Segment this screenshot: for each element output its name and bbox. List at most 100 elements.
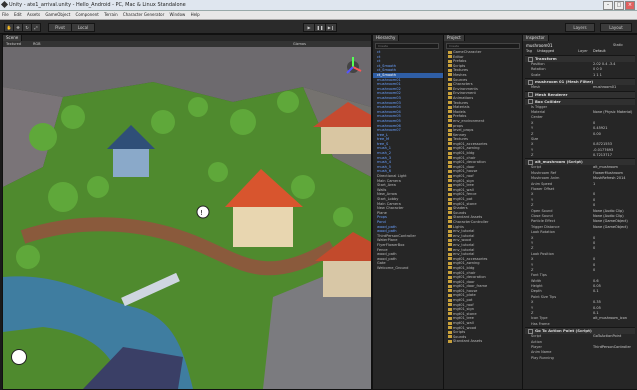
scene-viewport[interactable]: !	[3, 47, 371, 389]
property-label: Y	[531, 305, 534, 310]
scene-panel: Scene Textured RGB Gizmos !	[2, 34, 372, 390]
menu-help[interactable]: Help	[189, 11, 202, 18]
menu-bar: File Edit Assets GameObject Component Te…	[0, 11, 637, 20]
shading-mode-dropdown[interactable]: Textured	[6, 42, 21, 46]
mushroom-marker-icon[interactable]	[11, 349, 27, 365]
property-label: Script	[531, 334, 542, 339]
component-header[interactable]: Mesh Renderer	[525, 90, 635, 98]
local-toggle[interactable]: Local	[71, 23, 95, 32]
layers-dropdown[interactable]: Layers	[565, 23, 595, 32]
project-item-label: mgt01_pot	[453, 197, 473, 201]
component-header[interactable]: mushroom 01 (Mesh Filter)	[525, 78, 635, 86]
property-label: Scale	[531, 72, 541, 77]
property-value-field[interactable]: 0.7213717	[593, 153, 612, 158]
gizmos-dropdown[interactable]: Gizmos	[293, 42, 306, 46]
hierarchy-search-input[interactable]: Create	[375, 43, 439, 49]
folder-icon	[448, 316, 452, 320]
folder-icon	[448, 105, 452, 109]
tab-hierarchy[interactable]: Hierarchy	[373, 35, 400, 41]
folder-icon	[448, 266, 452, 270]
menu-terrain[interactable]: Terrain	[102, 11, 120, 18]
folder-icon	[448, 326, 452, 330]
menu-assets[interactable]: Assets	[25, 11, 42, 18]
folder-icon	[448, 298, 452, 302]
folder-icon	[448, 321, 452, 325]
inspector-components: Transform Position 2.02 0.4 -3.4 Rotation 0 …	[523, 55, 637, 389]
minimize-icon[interactable]: –	[603, 1, 613, 10]
property-label: Rotation	[531, 67, 546, 72]
property-value-field[interactable]: 1 1 1	[593, 73, 602, 78]
hierarchy-item[interactable]: Welcome_Ground	[373, 266, 443, 271]
folder-icon	[448, 124, 452, 127]
render-mode-dropdown[interactable]: RGB	[33, 42, 41, 46]
project-item-label: mgt01_chair	[453, 270, 476, 275]
component-enable-checkbox[interactable]	[528, 92, 533, 98]
component-enable-checkbox[interactable]	[528, 159, 533, 165]
tag-dropdown[interactable]: Untagged	[537, 49, 554, 53]
unity-logo-icon	[0, 0, 9, 9]
hierarchy-item-label: ct_Smooth	[377, 68, 397, 73]
folder-icon	[448, 275, 452, 279]
component-header[interactable]: alt_mushroom (Script)	[525, 158, 635, 166]
hierarchy-item-label: mushroom01	[377, 77, 401, 82]
folder-icon	[448, 128, 452, 132]
folder-icon	[448, 101, 452, 105]
tab-project[interactable]: Project	[444, 35, 465, 41]
layer-dropdown[interactable]: Default	[593, 49, 606, 53]
menu-character-generator[interactable]: Character Generator	[121, 11, 166, 18]
project-item-label: Models	[453, 109, 466, 114]
menu-gameobject[interactable]: GameObject	[43, 11, 72, 18]
component-enable-checkbox[interactable]	[528, 79, 533, 85]
component-header[interactable]: Go To Action Point (Script)	[525, 327, 635, 335]
layer-label: Layer	[578, 49, 588, 53]
hierarchy-item-label: ct	[377, 50, 381, 54]
component-title: Go To Action Point (Script)	[535, 328, 592, 334]
component-enable-checkbox[interactable]	[528, 56, 533, 62]
project-item-label: mgt01_sign	[453, 178, 474, 183]
project-item-label: mgt01_house	[453, 169, 478, 174]
folder-icon	[448, 156, 452, 160]
scale-tool-icon[interactable]: ⤢	[31, 23, 41, 32]
folder-icon	[448, 160, 452, 164]
project-item-label: level_props	[453, 128, 474, 133]
component-enable-checkbox[interactable]	[528, 99, 533, 105]
folder-icon	[448, 303, 452, 307]
project-search-input[interactable]: Create	[446, 43, 520, 49]
menu-file[interactable]: File	[0, 11, 11, 18]
project-item-label: mgt01_awning	[453, 261, 480, 266]
project-item-label: Textures	[453, 68, 469, 73]
maximize-icon[interactable]: □	[614, 1, 624, 10]
menu-edit[interactable]: Edit	[12, 11, 24, 18]
hierarchy-list: ct ct ct ct_Smooth ct_Smooth ct_Smooth mushroo…	[373, 50, 443, 389]
hierarchy-item-label: Plane	[377, 210, 387, 215]
property-label: Look Position	[531, 251, 554, 256]
window-title: Unity - ate1_arrival.unity - Hello_Andro…	[9, 2, 186, 8]
folder-icon	[448, 252, 452, 256]
menu-component[interactable]: Component	[74, 11, 101, 18]
menu-window[interactable]: Window	[168, 11, 188, 18]
property-label: Y	[531, 197, 534, 202]
project-item[interactable]: Standard Assets	[444, 339, 522, 344]
folder-icon	[448, 68, 452, 72]
project-item-label: Meshes	[453, 72, 467, 77]
pivot-toggle[interactable]: Pivot	[48, 23, 72, 32]
object-name-field[interactable]: mushroom01	[526, 43, 553, 48]
component-header[interactable]: Transform	[525, 55, 635, 62]
static-toggle[interactable]: Static	[613, 43, 623, 47]
project-item-label: Sources	[453, 77, 468, 82]
step-button[interactable]: ▶❙	[325, 23, 337, 32]
hierarchy-item-label: tree_M	[377, 137, 390, 142]
property-label: Z	[531, 267, 534, 272]
project-item-label: mgt01_wood	[453, 325, 477, 330]
layout-dropdown[interactable]: Layout	[600, 23, 632, 32]
project-item-label: Characters	[453, 82, 473, 87]
project-item-label: GameCharacter	[453, 50, 482, 54]
hierarchy-item-label: ct_Smooth	[377, 63, 397, 68]
component-enable-checkbox[interactable]	[528, 328, 533, 334]
component-header[interactable]: Box Collider	[525, 97, 635, 105]
property-value-field[interactable]: mushroom01	[593, 85, 616, 90]
close-icon[interactable]: ×	[625, 1, 635, 10]
tab-inspector[interactable]: Inspector	[523, 35, 549, 41]
folder-icon	[448, 165, 452, 169]
hierarchy-item-label: wood_path	[377, 224, 397, 229]
